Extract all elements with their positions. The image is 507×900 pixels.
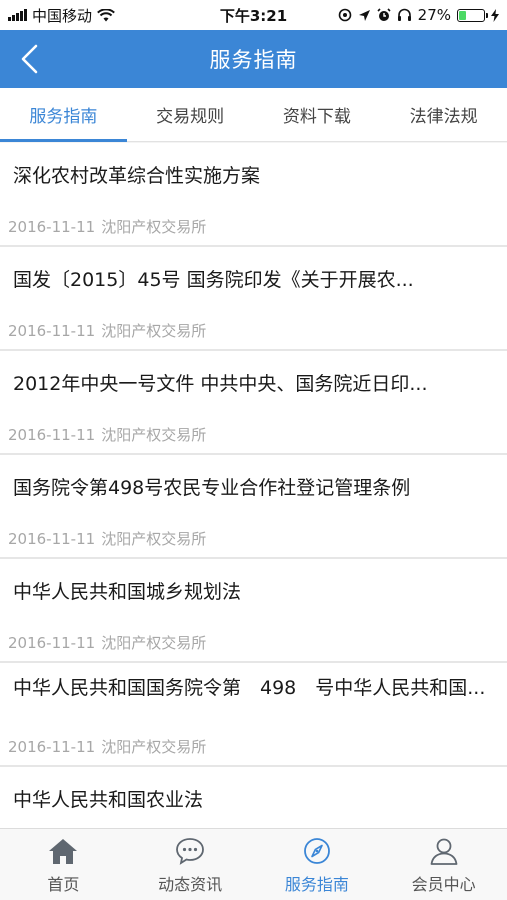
list-item[interactable]: 深化农村改革综合性实施方案 2016-11-11 沈阳产权交易所 bbox=[0, 143, 507, 247]
tab-downloads[interactable]: 资料下载 bbox=[254, 88, 381, 141]
item-date: 2016-11-11 bbox=[8, 530, 96, 548]
item-date: 2016-11-11 bbox=[8, 322, 96, 340]
list-item[interactable]: 中华人民共和国农业法 bbox=[0, 767, 507, 828]
item-meta: 2016-11-11 沈阳产权交易所 bbox=[8, 216, 206, 237]
item-title: 2012年中央一号文件 中共中央、国务院近日印... bbox=[13, 373, 428, 395]
headphones-icon bbox=[397, 8, 412, 22]
alarm-icon bbox=[377, 8, 391, 22]
item-source: 沈阳产权交易所 bbox=[101, 426, 207, 444]
tabbar-member-center[interactable]: 会员中心 bbox=[380, 829, 507, 900]
battery-percent: 27% bbox=[417, 6, 451, 24]
chat-bubble-icon bbox=[176, 838, 205, 865]
battery-icon bbox=[457, 8, 488, 22]
user-icon bbox=[430, 838, 458, 865]
item-date: 2016-11-11 bbox=[8, 218, 96, 236]
item-source: 沈阳产权交易所 bbox=[101, 634, 207, 652]
tab-laws-regulations[interactable]: 法律法规 bbox=[380, 88, 507, 141]
screen-lock-icon bbox=[338, 8, 352, 22]
item-title: 国发〔2015〕45号 国务院印发《关于开展农... bbox=[13, 269, 414, 291]
article-list: 深化农村改革综合性实施方案 2016-11-11 沈阳产权交易所 国发〔2015〕… bbox=[0, 143, 507, 828]
item-source: 沈阳产权交易所 bbox=[101, 738, 207, 756]
tabbar-news[interactable]: 动态资讯 bbox=[127, 829, 254, 900]
item-meta: 2016-11-11 沈阳产权交易所 bbox=[8, 632, 206, 653]
tabbar-label: 会员中心 bbox=[411, 875, 476, 894]
tabbar-label: 首页 bbox=[47, 875, 80, 894]
item-meta: 2016-11-11 沈阳产权交易所 bbox=[8, 736, 206, 757]
status-right: 27% bbox=[338, 6, 499, 24]
location-icon bbox=[358, 9, 371, 22]
item-date: 2016-11-11 bbox=[8, 426, 96, 444]
carrier-name: 中国移动 bbox=[32, 6, 93, 25]
list-item[interactable]: 国发〔2015〕45号 国务院印发《关于开展农... 2016-11-11 沈阳产… bbox=[0, 247, 507, 351]
item-title: 中华人民共和国城乡规划法 bbox=[13, 581, 242, 603]
item-source: 沈阳产权交易所 bbox=[101, 218, 207, 236]
item-title: 深化农村改革综合性实施方案 bbox=[13, 165, 261, 187]
bottom-tab-bar: 首页 动态资讯 服务指南 会员中心 bbox=[0, 828, 507, 900]
category-tabs: 服务指南 交易规则 资料下载 法律法规 bbox=[0, 88, 507, 142]
item-date: 2016-11-11 bbox=[8, 634, 96, 652]
item-meta: 2016-11-11 沈阳产权交易所 bbox=[8, 528, 206, 549]
item-source: 沈阳产权交易所 bbox=[101, 530, 207, 548]
tab-trading-rules[interactable]: 交易规则 bbox=[127, 88, 254, 141]
list-item[interactable]: 2012年中央一号文件 中共中央、国务院近日印... 2016-11-11 沈阳产… bbox=[0, 351, 507, 455]
item-meta: 2016-11-11 沈阳产权交易所 bbox=[8, 424, 206, 445]
signal-strength-icon bbox=[8, 9, 27, 21]
battery-level bbox=[459, 10, 467, 20]
charging-icon bbox=[491, 8, 499, 22]
wifi-icon bbox=[97, 8, 115, 22]
tabbar-service-guide[interactable]: 服务指南 bbox=[254, 829, 381, 900]
home-icon bbox=[49, 839, 78, 864]
chevron-left-icon bbox=[21, 44, 38, 74]
compass-icon bbox=[303, 838, 330, 864]
list-item[interactable]: 中华人民共和国城乡规划法 2016-11-11 沈阳产权交易所 bbox=[0, 559, 507, 663]
status-left: 中国移动 bbox=[0, 5, 115, 26]
tabbar-home[interactable]: 首页 bbox=[0, 829, 127, 900]
tab-service-guide[interactable]: 服务指南 bbox=[0, 88, 127, 142]
navigation-bar: 服务指南 bbox=[0, 30, 507, 88]
status-bar: 中国移动 下午3:21 27% bbox=[0, 0, 507, 30]
item-source: 沈阳产权交易所 bbox=[101, 322, 207, 340]
list-item[interactable]: 中华人民共和国国务院令第 498 号中华人民共和国... 2016-11-11 沈… bbox=[0, 663, 507, 767]
tabbar-label: 动态资讯 bbox=[158, 875, 223, 894]
page-title: 服务指南 bbox=[209, 48, 298, 72]
list-item[interactable]: 国务院令第498号农民专业合作社登记管理条例 2016-11-11 沈阳产权交易所 bbox=[0, 455, 507, 559]
item-title: 国务院令第498号农民专业合作社登记管理条例 bbox=[13, 477, 411, 499]
item-title: 中华人民共和国国务院令第 498 号中华人民共和国... bbox=[13, 677, 486, 699]
tabbar-label: 服务指南 bbox=[284, 875, 349, 894]
item-meta: 2016-11-11 沈阳产权交易所 bbox=[8, 320, 206, 341]
item-title: 中华人民共和国农业法 bbox=[13, 789, 204, 811]
back-button[interactable] bbox=[10, 39, 50, 79]
item-date: 2016-11-11 bbox=[8, 738, 96, 756]
